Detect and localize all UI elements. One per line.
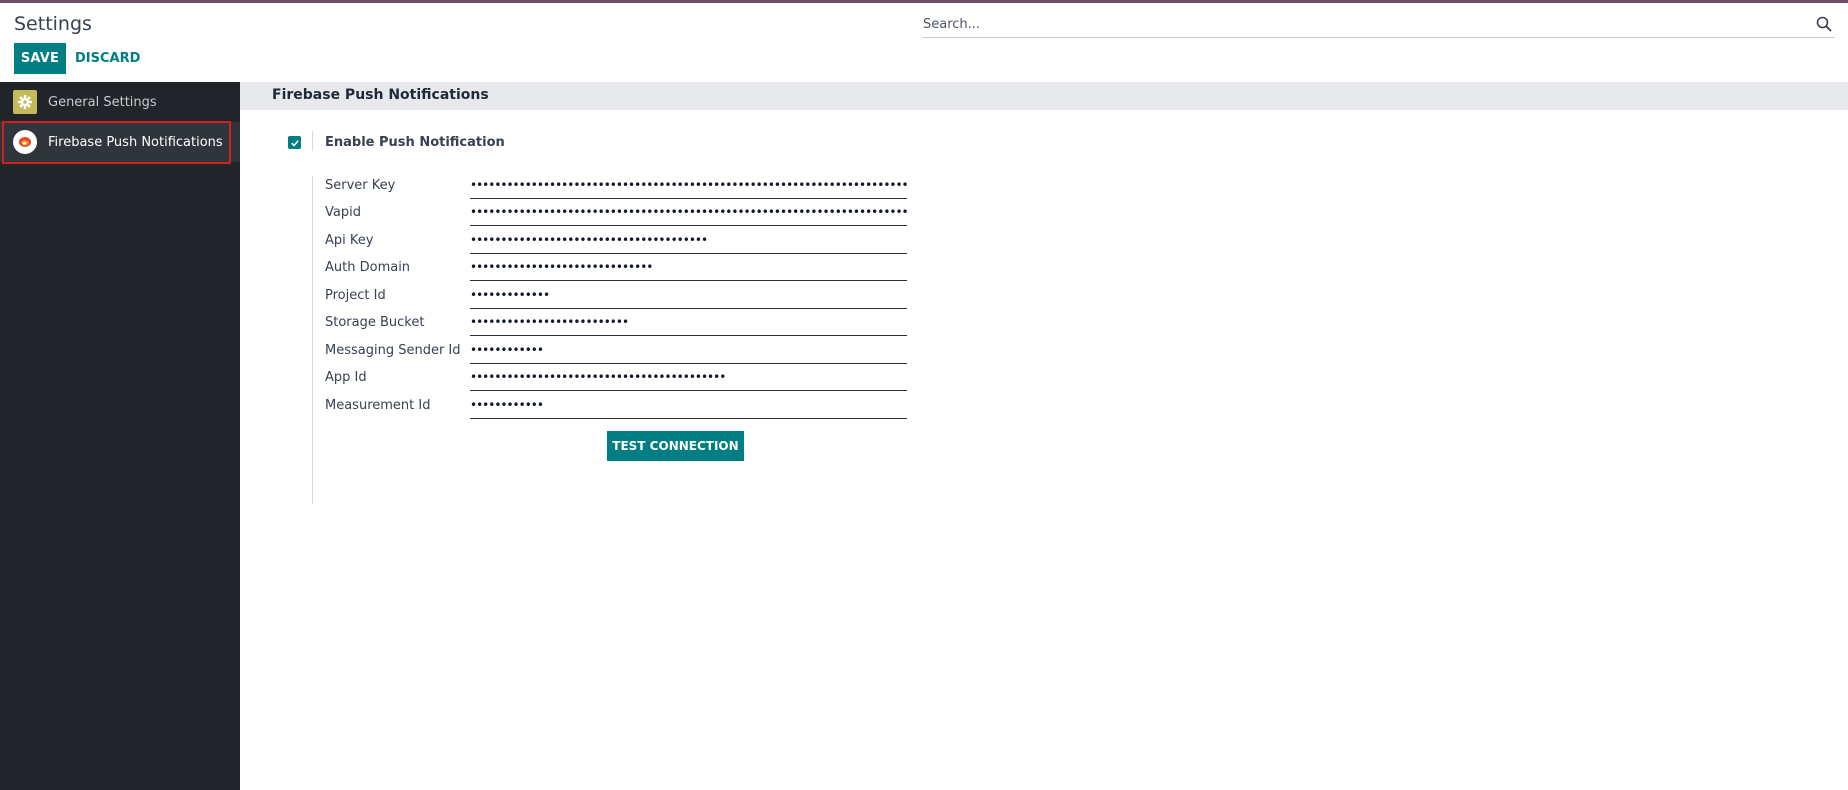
field-label: Storage Bucket [325, 315, 425, 330]
auth-domain-input[interactable]: •••••••••••••••••••••••••••••• [470, 258, 907, 281]
section-title: Firebase Push Notifications [272, 87, 489, 103]
search-icon[interactable] [1815, 15, 1833, 33]
gear-icon [13, 90, 37, 114]
field-label: Server Key [325, 178, 396, 193]
server-key-field: Server Key •••••••••••••••••••••••••••••… [325, 176, 925, 199]
vapid-input[interactable]: ••••••••••••••••••••••••••••••••••••••••… [470, 203, 907, 226]
api-key-field: Api Key ••••••••••••••••••••••••••••••••… [325, 231, 925, 254]
server-key-input[interactable]: ••••••••••••••••••••••••••••••••••••••••… [470, 176, 907, 199]
check-icon [290, 139, 299, 147]
app-id-field: App Id •••••••••••••••••••••••••••••••••… [325, 368, 925, 391]
sidebar-item-general-settings[interactable]: General Settings [0, 82, 240, 122]
divider [312, 131, 313, 151]
measurement-id-input[interactable]: •••••••••••• [470, 396, 907, 419]
selection-highlight-box [2, 121, 231, 164]
vapid-field: Vapid ••••••••••••••••••••••••••••••••••… [325, 203, 925, 226]
field-label: Vapid [325, 205, 361, 220]
enable-push-label: Enable Push Notification [325, 135, 505, 150]
storage-bucket-field: Storage Bucket •••••••••••••••••••••••••… [325, 313, 925, 336]
messaging-sender-id-field: Messaging Sender Id •••••••••••• [325, 341, 925, 364]
app-id-input[interactable]: ••••••••••••••••••••••••••••••••••••••••… [470, 368, 907, 391]
api-key-input[interactable]: ••••••••••••••••••••••••••••••••••••••• [470, 231, 907, 254]
project-id-field: Project Id ••••••••••••• [325, 286, 925, 309]
measurement-id-field: Measurement Id •••••••••••• [325, 396, 925, 419]
project-id-input[interactable]: ••••••••••••• [470, 286, 907, 309]
messaging-sender-id-input[interactable]: •••••••••••• [470, 341, 907, 364]
field-label: Api Key [325, 233, 374, 248]
page-title: Settings [14, 13, 92, 35]
field-label: Measurement Id [325, 398, 431, 413]
search-input[interactable] [923, 11, 1803, 37]
section-header: Firebase Push Notifications [240, 82, 1848, 110]
test-connection-button[interactable]: TEST CONNECTION [607, 431, 744, 461]
sidebar-item-label: General Settings [48, 94, 157, 110]
field-label: App Id [325, 370, 367, 385]
discard-button[interactable]: DISCARD [75, 43, 140, 74]
settings-main: Firebase Push Notifications Enable Push … [240, 82, 1848, 790]
auth-domain-field: Auth Domain ••••••••••••••••••••••••••••… [325, 258, 925, 281]
search-bar [923, 11, 1835, 38]
field-label: Auth Domain [325, 260, 411, 275]
control-panel: Settings SAVE DISCARD [0, 3, 1848, 82]
settings-sidebar: General Settings Firebase Push Notificat… [0, 82, 240, 790]
save-button[interactable]: SAVE [14, 43, 66, 74]
enable-push-checkbox[interactable] [288, 136, 301, 149]
divider [312, 176, 313, 504]
field-label: Project Id [325, 288, 386, 303]
field-label: Messaging Sender Id [325, 343, 461, 358]
storage-bucket-input[interactable]: •••••••••••••••••••••••••• [470, 313, 907, 336]
